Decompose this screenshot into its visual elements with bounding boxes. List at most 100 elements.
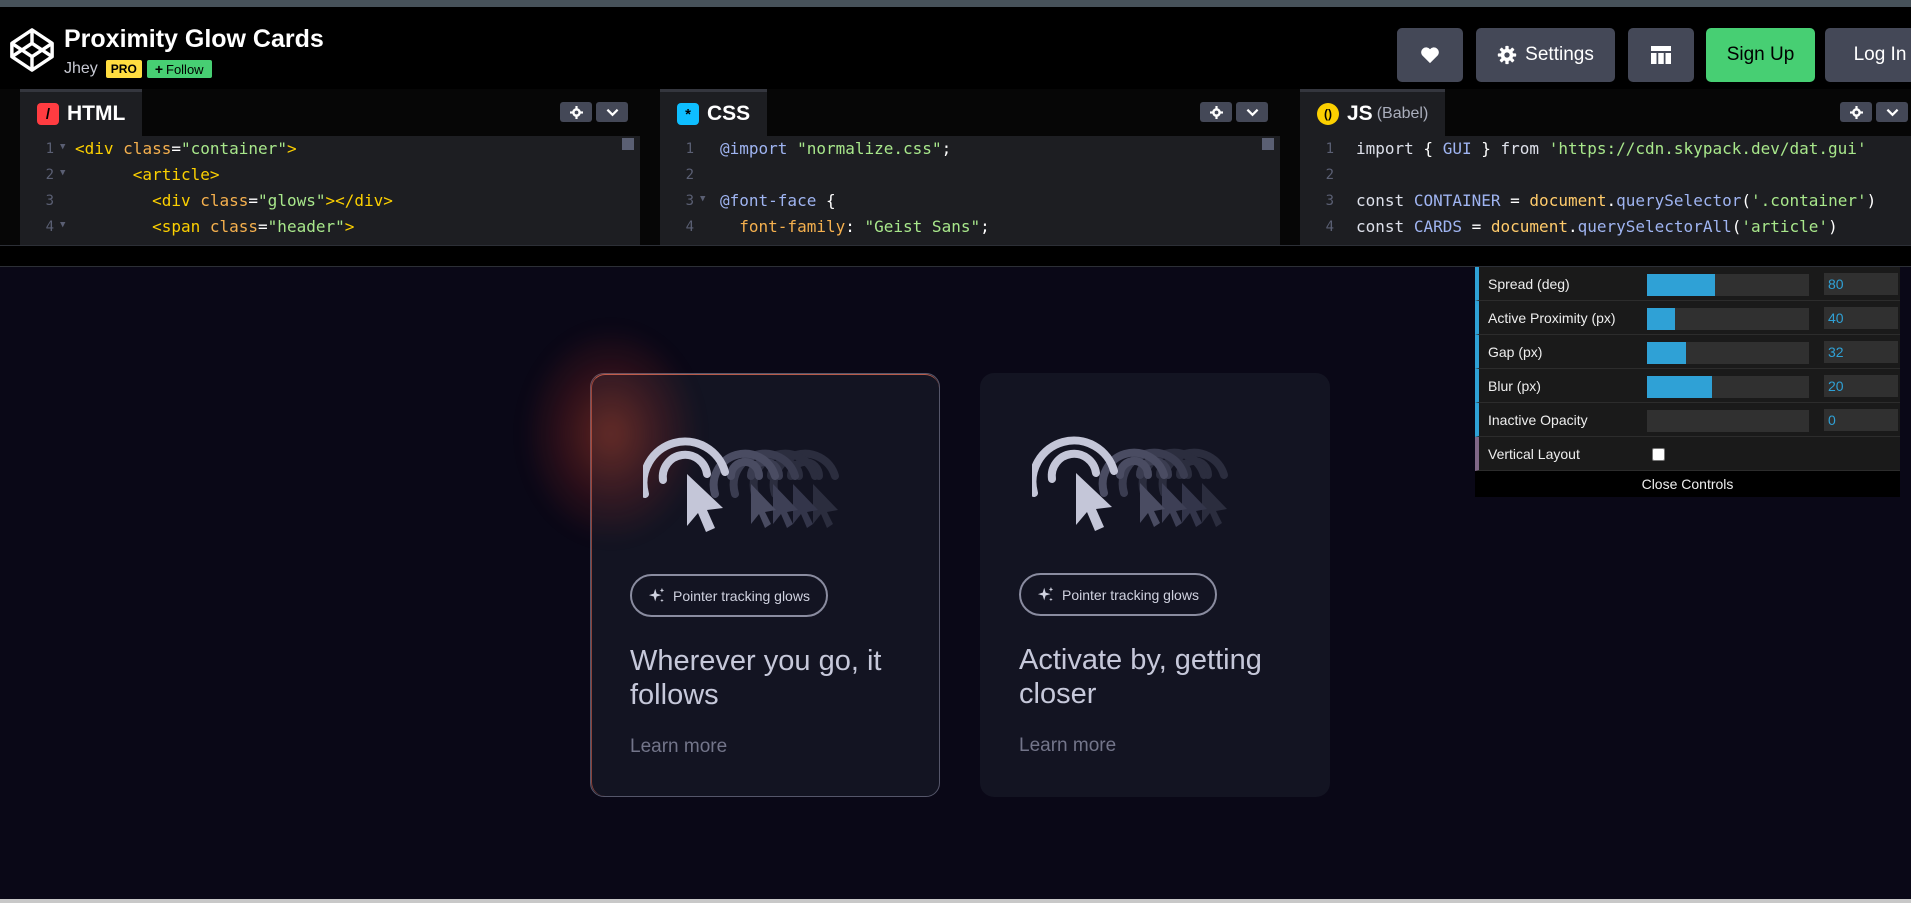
blur-slider[interactable]	[1647, 376, 1809, 398]
resize-handle[interactable]	[0, 245, 1911, 267]
css-editor-settings-button[interactable]	[1200, 102, 1232, 122]
fold-arrow-icon[interactable]: ▼	[700, 194, 705, 204]
line-number: 3	[685, 193, 694, 209]
codepen-logo-icon[interactable]	[9, 27, 55, 73]
fold-arrow-icon[interactable]: ▼	[60, 168, 65, 178]
plus-icon: +	[154, 61, 163, 77]
js-code-area[interactable]: 1 import { GUI } from 'https://cdn.skypa…	[1300, 136, 1911, 245]
control-row-inactive-opacity: Inactive Opacity 0	[1475, 403, 1900, 437]
code-text: @import "normalize.css";	[720, 139, 952, 158]
inactive-opacity-input[interactable]: 0	[1824, 409, 1898, 431]
feature-chip: Pointer tracking glows	[1019, 573, 1217, 616]
code-line: 3 const CONTAINER = document.querySelect…	[1300, 190, 1911, 216]
learn-more-link[interactable]: Learn more	[1019, 735, 1116, 757]
glow-card[interactable]: Pointer tracking glows Activate by, gett…	[980, 373, 1330, 797]
follow-button[interactable]: + Follow	[146, 60, 212, 78]
css-lang-icon: *	[677, 103, 699, 125]
learn-more-link[interactable]: Learn more	[630, 736, 727, 758]
line-number: 4	[45, 219, 54, 235]
css-tab-label: CSS	[707, 102, 751, 125]
pro-badge: PRO	[105, 60, 142, 78]
code-text: const CONTAINER = document.querySelector…	[1356, 191, 1877, 210]
editors-panel: / HTML 1 ▼ <div class="container"> 2 ▼ <…	[0, 89, 1911, 245]
author-row: Jhey PRO + Follow	[64, 59, 212, 79]
html-editor-settings-button[interactable]	[560, 102, 592, 122]
tab-js[interactable]: () JS (Babel)	[1300, 89, 1446, 136]
control-label: Vertical Layout	[1488, 446, 1580, 462]
codepen-app: Proximity Glow Cards Jhey PRO + Follow S…	[0, 0, 1911, 903]
chevron-down-icon	[606, 108, 618, 116]
glow-card[interactable]: Pointer tracking glows Wherever you go, …	[521, 324, 940, 797]
signup-button[interactable]: Sign Up	[1706, 28, 1815, 82]
card-title: Activate by, getting closer	[1019, 644, 1262, 710]
blur-input[interactable]: 20	[1824, 375, 1898, 397]
spread-slider[interactable]	[1647, 274, 1809, 296]
code-line: 1 import { GUI } from 'https://cdn.skypa…	[1300, 138, 1911, 164]
code-line: 1 ▼ <div class="container">	[20, 138, 640, 164]
html-tab-label: HTML	[67, 102, 126, 125]
tab-css[interactable]: * CSS	[660, 89, 768, 136]
gap-input[interactable]: 32	[1824, 341, 1898, 363]
code-line: 4 const CARDS = document.querySelectorAl…	[1300, 216, 1911, 242]
html-editor-header: / HTML	[20, 89, 640, 136]
close-controls-button[interactable]: Close Controls	[1475, 471, 1900, 497]
js-editor-settings-button[interactable]	[1840, 102, 1872, 122]
control-label: Gap (px)	[1488, 344, 1543, 360]
css-editor: * CSS 1 @import "normalize.css"; 2 3 ▼ @…	[660, 89, 1280, 245]
code-line: 2	[660, 164, 1280, 190]
gap-slider[interactable]	[1647, 342, 1809, 364]
code-line: 4 font-family: "Geist Sans";	[660, 216, 1280, 242]
gear-icon	[1849, 105, 1863, 119]
feature-chip: Pointer tracking glows	[630, 574, 828, 617]
js-editor: () JS (Babel) 1 import { GUI } from 'htt…	[1300, 89, 1911, 245]
settings-label: Settings	[1525, 44, 1594, 65]
slider-fill	[1647, 274, 1716, 296]
author-name[interactable]: Jhey	[64, 60, 98, 78]
slider-fill	[1647, 308, 1675, 330]
settings-button[interactable]: Settings	[1476, 28, 1615, 82]
html-editor-collapse-button[interactable]	[596, 102, 628, 122]
chip-label: Pointer tracking glows	[1062, 586, 1199, 603]
pen-title[interactable]: Proximity Glow Cards	[64, 25, 324, 54]
css-code-area[interactable]: 1 @import "normalize.css"; 2 3 ▼ @font-f…	[660, 136, 1280, 245]
js-tab-label: JS	[1347, 102, 1373, 125]
line-number: 1	[1325, 141, 1334, 157]
code-line: 3 <div class="glows"></div>	[20, 190, 640, 216]
control-label: Blur (px)	[1488, 378, 1541, 394]
line-number: 3	[1325, 193, 1334, 209]
slider-fill	[1647, 376, 1712, 398]
heart-button[interactable]	[1397, 28, 1463, 82]
chip-label: Pointer tracking glows	[673, 587, 810, 604]
code-text: const CARDS = document.querySelectorAll(…	[1356, 217, 1838, 236]
js-editor-header: () JS (Babel)	[1300, 89, 1911, 136]
control-row-vertical-layout: Vertical Layout	[1475, 437, 1900, 471]
css-editor-collapse-button[interactable]	[1236, 102, 1268, 122]
code-line: 4 ▼ <span class="header">	[20, 216, 640, 242]
heart-icon	[1421, 47, 1439, 64]
code-line: 2	[1300, 164, 1911, 190]
js-editor-collapse-button[interactable]	[1876, 102, 1908, 122]
line-number: 4	[1325, 219, 1334, 235]
login-button[interactable]: Log In	[1825, 28, 1911, 82]
vertical-layout-checkbox[interactable]	[1652, 448, 1665, 461]
fold-arrow-icon[interactable]: ▼	[60, 142, 65, 152]
follow-label: Follow	[166, 61, 204, 77]
line-number: 4	[685, 219, 694, 235]
line-number: 2	[685, 167, 694, 183]
control-label: Inactive Opacity	[1488, 412, 1588, 428]
spread-input[interactable]: 80	[1824, 273, 1898, 295]
pointer-glow-icon	[643, 437, 839, 532]
code-text: <div class="glows"></div>	[75, 191, 393, 210]
code-text: font-family: "Geist Sans";	[739, 217, 990, 236]
inactive-opacity-slider[interactable]	[1647, 410, 1809, 432]
bottom-bar	[0, 899, 1911, 903]
change-view-button[interactable]	[1628, 28, 1694, 82]
active-proximity-input[interactable]: 40	[1824, 307, 1898, 329]
tab-html[interactable]: / HTML	[20, 89, 143, 136]
controls-panel: Spread (deg) 80 Active Proximity (px) 40…	[1475, 267, 1900, 497]
chevron-down-icon	[1886, 108, 1898, 116]
card-title: Wherever you go, it follows	[630, 645, 882, 711]
html-code-area[interactable]: 1 ▼ <div class="container"> 2 ▼ <article…	[20, 136, 640, 245]
fold-arrow-icon[interactable]: ▼	[60, 220, 65, 230]
active-proximity-slider[interactable]	[1647, 308, 1809, 330]
